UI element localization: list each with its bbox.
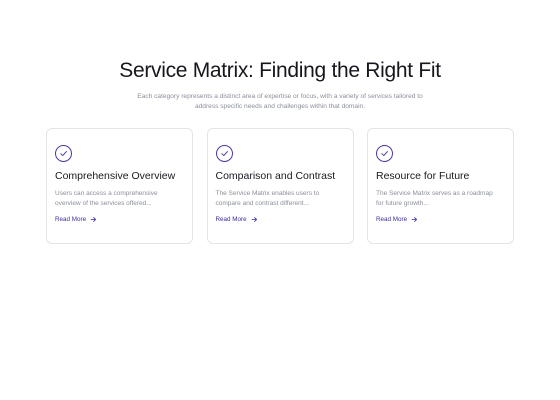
page: Service Matrix: Finding the Right Fit Ea… (0, 0, 560, 400)
card-description: The Service Matrix serves as a roadmap f… (376, 190, 493, 207)
arrow-right-icon (251, 216, 258, 223)
hero-section: Service Matrix: Finding the Right Fit Ea… (0, 58, 560, 112)
read-more-link[interactable]: Read More (216, 216, 258, 223)
card-title: Resource for Future (376, 170, 470, 182)
check-circle-icon (55, 145, 72, 162)
card-description: The Service Matrix enables users to comp… (215, 190, 320, 207)
read-more-label: Read More (376, 216, 408, 223)
read-more-label: Read More (215, 216, 247, 223)
card-title: Comprehensive Overview (55, 170, 176, 182)
check-circle-icon (215, 145, 233, 162)
service-card: Resource for Future The Service Matrix s… (367, 128, 514, 244)
card-description: Users can access a comprehensive overvie… (55, 190, 158, 207)
service-cards: Comprehensive Overview Users can access … (46, 128, 514, 244)
read-more-label: Read More (55, 216, 87, 223)
page-subtitle: Each category represents a distinct area… (137, 93, 423, 110)
read-more-link[interactable]: Read More (55, 216, 97, 223)
arrow-right-icon (90, 216, 97, 223)
service-card: Comparison and Contrast The Service Matr… (206, 128, 354, 244)
arrow-right-icon (411, 216, 418, 223)
check-circle-icon (376, 145, 393, 162)
page-title: Service Matrix: Finding the Right Fit (119, 59, 441, 82)
service-card: Comprehensive Overview Users can access … (46, 128, 193, 244)
card-title: Comparison and Contrast (215, 170, 336, 182)
read-more-link[interactable]: Read More (376, 216, 418, 223)
